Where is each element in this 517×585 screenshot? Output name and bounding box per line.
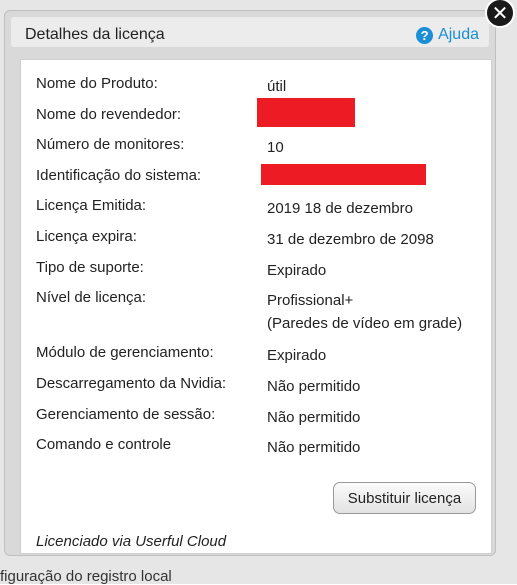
row-label: Licença Emitida: <box>36 197 147 214</box>
row-value: Não permitido <box>267 378 361 395</box>
help-icon: ? <box>416 26 434 44</box>
row-value: Expirado <box>267 347 327 364</box>
dialog-title: Detalhes da licença <box>25 26 165 43</box>
license-source-note: Licenciado via Userful Cloud <box>36 533 227 550</box>
row-label: Nível de licença: <box>36 289 147 306</box>
row-label: Descarregamento da Nvidia: <box>36 375 227 392</box>
row-label: Módulo de gerenciamento: <box>36 344 214 361</box>
help-link[interactable]: ? Ajuda <box>416 26 479 44</box>
redacted-reseller-name <box>257 98 355 127</box>
row-value: Expirado <box>267 262 327 279</box>
license-info-panel: Nome do Produto: útil Nome do revendedor… <box>20 59 492 554</box>
dialog-titlebar: Detalhes da licença ? Ajuda <box>11 17 489 47</box>
row-value: 2019 18 de dezembro <box>267 200 413 217</box>
row-label: Comando e controle <box>36 436 172 453</box>
help-label: Ajuda <box>438 26 479 43</box>
row-value-secondary: (Paredes de vídeo em grade) <box>267 315 463 332</box>
redacted-system-id <box>261 164 426 185</box>
background-text: figuração do registro local <box>0 568 172 585</box>
row-label: Nome do revendedor: <box>36 106 182 123</box>
row-label: Nome do Produto: <box>36 75 158 92</box>
license-details-dialog: Detalhes da licença ? Ajuda Nome do Prod… <box>4 10 496 556</box>
row-value: Profissional+ <box>267 292 354 309</box>
replace-license-button[interactable]: Substituir licença <box>333 482 476 514</box>
row-value: Não permitido <box>267 439 361 456</box>
row-label: Identificação do sistema: <box>36 167 202 184</box>
row-value: útil <box>267 78 287 95</box>
row-label: Tipo de suporte: <box>36 259 144 276</box>
row-value: Não permitido <box>267 409 361 426</box>
row-value: 10 <box>267 139 284 156</box>
row-label: Gerenciamento de sessão: <box>36 406 216 423</box>
row-label: Licença expira: <box>36 228 137 245</box>
row-value: 31 de dezembro de 2098 <box>267 231 434 248</box>
row-label: Número de monitores: <box>36 136 185 153</box>
